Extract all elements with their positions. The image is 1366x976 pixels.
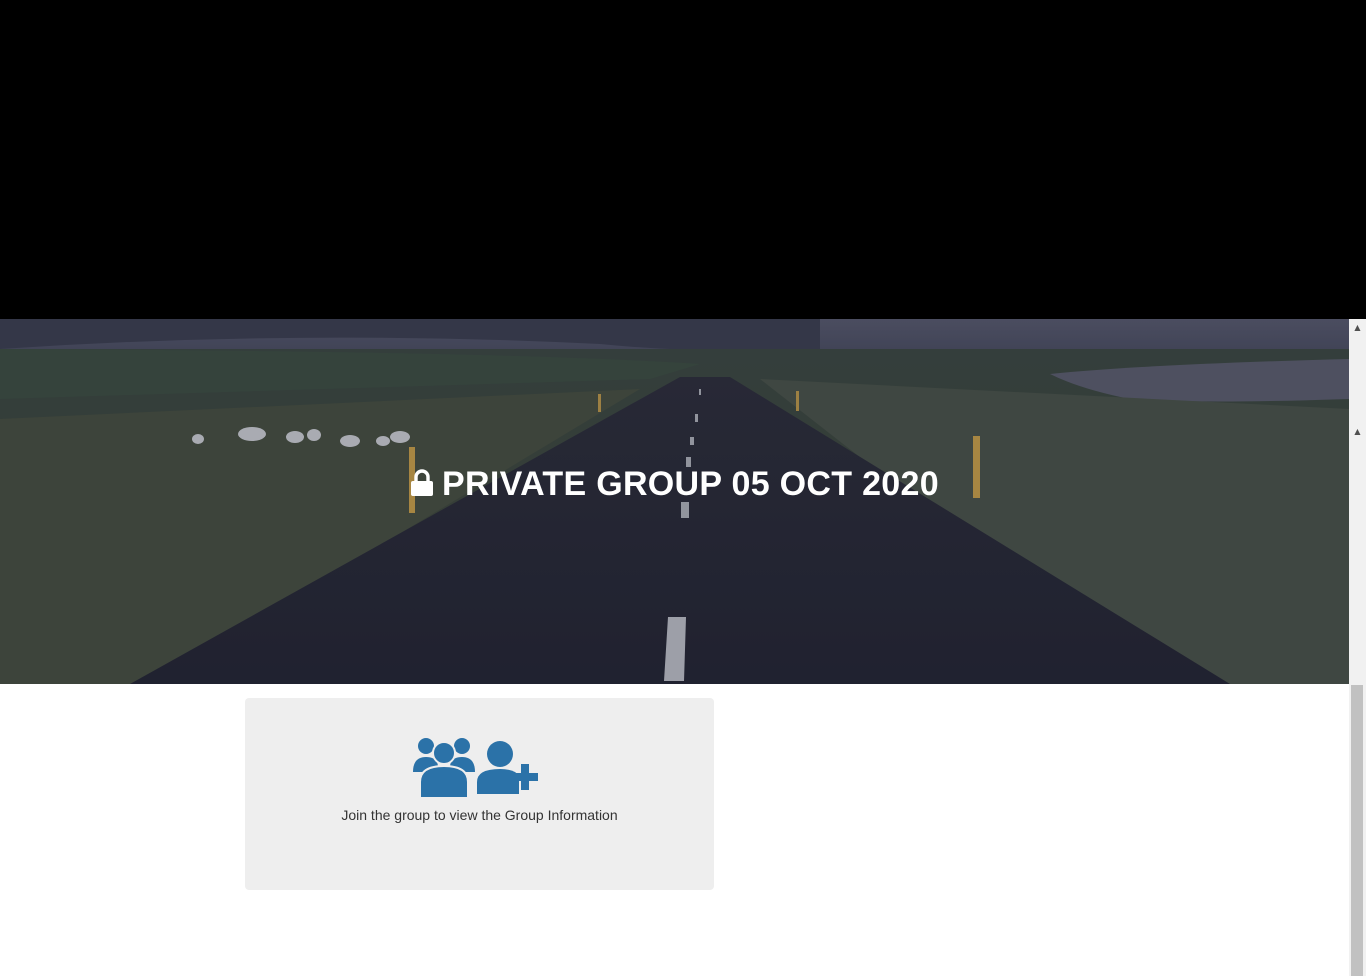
users-group-icon bbox=[413, 738, 475, 798]
scrollbar-thumb[interactable] bbox=[1351, 685, 1363, 976]
scroll-up-arrow-icon[interactable]: ▲ bbox=[1349, 319, 1366, 336]
join-group-message: Join the group to view the Group Informa… bbox=[341, 807, 618, 823]
join-icons bbox=[411, 736, 547, 798]
group-title: PRIVATE GROUP 05 OCT 2020 bbox=[0, 464, 1349, 506]
user-add-icon bbox=[477, 741, 538, 794]
join-group-card: Join the group to view the Group Informa… bbox=[245, 698, 714, 890]
group-page-frame: PRIVATE GROUP 05 OCT 2020 Join the group… bbox=[0, 319, 1366, 976]
hero-banner: PRIVATE GROUP 05 OCT 2020 bbox=[0, 319, 1349, 684]
lock-icon bbox=[410, 466, 434, 506]
group-title-text: PRIVATE GROUP 05 OCT 2020 bbox=[442, 465, 939, 503]
vertical-scrollbar[interactable]: ▲ ▲ bbox=[1349, 319, 1366, 976]
scroll-up-arrow-icon-secondary[interactable]: ▲ bbox=[1349, 423, 1366, 440]
top-black-area bbox=[0, 0, 1366, 319]
